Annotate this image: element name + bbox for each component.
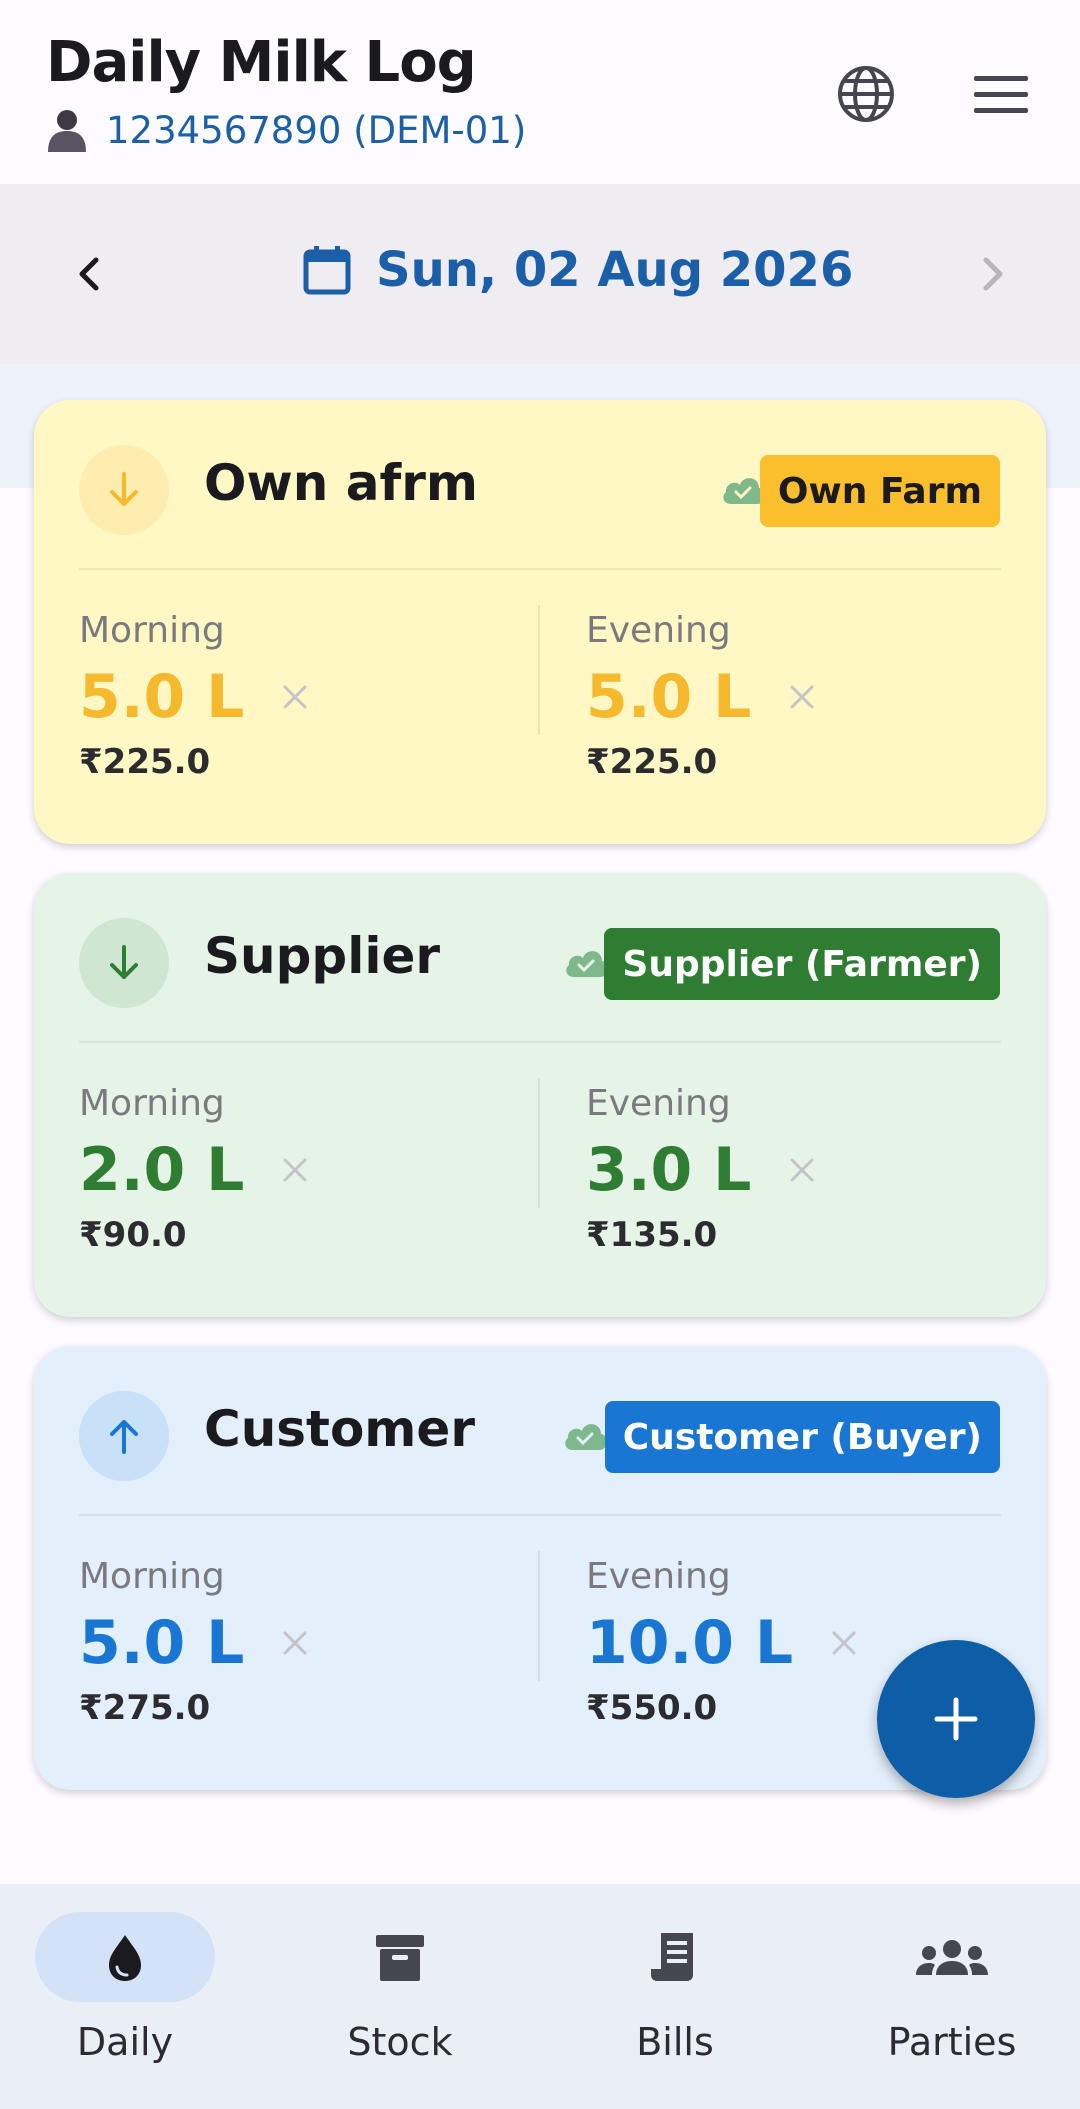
- divider: [79, 1041, 1001, 1043]
- divider: [538, 1551, 540, 1681]
- calendar-icon: [303, 246, 351, 295]
- evening-amount: ₹225.0: [586, 742, 718, 782]
- evening-label: Evening: [586, 1556, 731, 1597]
- date-picker-button[interactable]: Sun, 02 Aug 2026: [302, 242, 853, 298]
- party-name: Customer: [204, 1400, 475, 1458]
- people-group-icon: [916, 1940, 988, 1975]
- clear-entry-icon[interactable]: [280, 1155, 310, 1185]
- party-type-badge: Customer (Buyer): [604, 1401, 1000, 1473]
- archive-box-icon: [376, 1935, 424, 1981]
- morning-quantity: 2.0 L: [79, 1135, 245, 1205]
- morning-entry[interactable]: Morning 2.0 L ₹90.0: [79, 1083, 499, 1255]
- clear-entry-icon[interactable]: [787, 682, 817, 712]
- nav-item-stock[interactable]: Stock: [290, 1912, 510, 2092]
- user-account-line: 1234567890 (DEM-01): [46, 108, 526, 152]
- morning-amount: ₹90.0: [79, 1215, 187, 1255]
- cloud-synced-icon: [566, 951, 608, 977]
- morning-entry[interactable]: Morning 5.0 L ₹275.0: [79, 1556, 499, 1728]
- divider: [538, 605, 540, 735]
- language-globe-icon[interactable]: [836, 64, 896, 124]
- evening-quantity: 3.0 L: [586, 1135, 752, 1205]
- evening-label: Evening: [586, 1083, 731, 1124]
- divider: [538, 1078, 540, 1208]
- morning-quantity: 5.0 L: [79, 1608, 245, 1678]
- hamburger-menu-icon[interactable]: [974, 74, 1028, 116]
- app-header: Daily Milk Log 1234567890 (DEM-01): [0, 0, 1080, 184]
- arrow-down-icon: [110, 472, 138, 506]
- nav-label: Daily: [76, 2020, 174, 2064]
- clear-entry-icon[interactable]: [280, 1628, 310, 1658]
- add-entry-fab-button[interactable]: [877, 1640, 1035, 1798]
- evening-label: Evening: [586, 610, 731, 651]
- divider: [79, 1514, 1001, 1516]
- cloud-synced-icon: [565, 1424, 607, 1450]
- clear-entry-icon[interactable]: [280, 682, 310, 712]
- evening-quantity: 5.0 L: [586, 662, 752, 732]
- user-icon: [48, 110, 86, 152]
- divider: [79, 568, 1001, 570]
- party-type-badge: Own Farm: [759, 455, 1000, 527]
- chevron-right-icon[interactable]: [972, 254, 1012, 294]
- party-name: Supplier: [204, 927, 441, 985]
- morning-amount: ₹225.0: [79, 742, 211, 782]
- morning-quantity: 5.0 L: [79, 662, 245, 732]
- morning-label: Morning: [79, 1083, 225, 1124]
- party-type-badge: Supplier (Farmer): [604, 928, 1000, 1000]
- evening-amount: ₹135.0: [586, 1215, 718, 1255]
- direction-indicator: [79, 445, 169, 535]
- evening-entry[interactable]: Evening 3.0 L ₹135.0: [586, 1083, 1006, 1255]
- nav-item-parties[interactable]: Parties: [842, 1912, 1062, 2092]
- arrow-down-icon: [110, 945, 138, 979]
- date-navigator: Sun, 02 Aug 2026: [0, 184, 1080, 364]
- receipt-icon: [651, 1933, 693, 1981]
- user-id-text: 1234567890 (DEM-01): [106, 108, 527, 152]
- clear-entry-icon[interactable]: [829, 1628, 859, 1658]
- page-title: Daily Milk Log: [46, 30, 477, 95]
- party-name: Own afrm: [204, 454, 478, 512]
- chevron-left-icon[interactable]: [70, 254, 110, 294]
- morning-entry[interactable]: Morning 5.0 L ₹225.0: [79, 610, 499, 782]
- clear-entry-icon[interactable]: [787, 1155, 817, 1185]
- nav-label: Bills: [636, 2020, 714, 2064]
- direction-indicator: [79, 1391, 169, 1481]
- nav-item-bills[interactable]: Bills: [565, 1912, 785, 2092]
- party-card-own-farm[interactable]: Own afrm Own Farm Morning 5.0 L ₹225.0 E…: [34, 400, 1046, 844]
- arrow-up-icon: [110, 1420, 138, 1454]
- nav-label: Stock: [347, 2020, 453, 2064]
- selected-date: Sun, 02 Aug 2026: [376, 242, 854, 298]
- bottom-navigation: Daily Stock Bills Parties: [0, 1884, 1080, 2109]
- plus-icon: [934, 1697, 978, 1741]
- evening-quantity: 10.0 L: [586, 1608, 794, 1678]
- nav-item-daily[interactable]: Daily: [15, 1912, 235, 2092]
- direction-indicator: [79, 918, 169, 1008]
- morning-label: Morning: [79, 1556, 225, 1597]
- party-card-supplier[interactable]: Supplier Supplier (Farmer) Morning 2.0 L…: [34, 873, 1046, 1317]
- droplet-icon: [109, 1935, 141, 1981]
- morning-label: Morning: [79, 610, 225, 651]
- evening-entry[interactable]: Evening 5.0 L ₹225.0: [586, 610, 1006, 782]
- morning-amount: ₹275.0: [79, 1688, 211, 1728]
- nav-label: Parties: [887, 2020, 1017, 2064]
